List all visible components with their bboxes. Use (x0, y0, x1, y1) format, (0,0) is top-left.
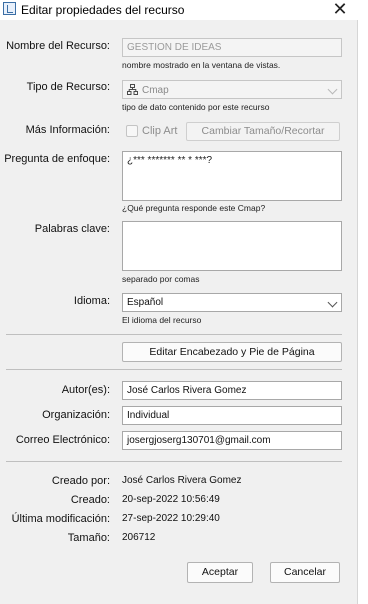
created-label: Creado: (70, 494, 110, 506)
size-value: 206712 (122, 532, 156, 543)
email-label: Correo Electrónico: (15, 434, 110, 446)
edit-header-footer-button[interactable]: Editar Encabezado y Pie de Página (122, 342, 342, 362)
chevron-down-icon (327, 84, 338, 95)
focus-question-label: Pregunta de enfoque: (4, 153, 110, 165)
created-by-value: José Carlos Rivera Gomez (122, 475, 242, 486)
resource-name-field[interactable]: GESTION DE IDEAS (122, 38, 342, 57)
title-bar[interactable]: Editar propiedades del recurso ✕ (0, 0, 358, 20)
size-label: Tamaño: (67, 532, 110, 544)
modified-label: Última modificación: (11, 513, 110, 525)
divider (6, 334, 342, 335)
clip-art-checkbox[interactable] (126, 125, 138, 137)
cmap-icon (127, 84, 138, 95)
edit-resource-properties-dialog: Editar propiedades del recurso ✕ Nombre … (0, 0, 358, 604)
resource-type-select[interactable]: Cmap (122, 80, 342, 99)
language-hint: El idioma del recurso (122, 315, 202, 325)
resource-type-label: Tipo de Recurso: (26, 81, 110, 93)
focus-question-field[interactable]: ¿*** ******* ** * ***? (122, 151, 342, 201)
organization-field[interactable]: Individual (122, 406, 342, 425)
language-value: Español (127, 297, 164, 308)
created-by-label: Creado por: (51, 475, 110, 487)
resource-type-hint: tipo de dato contenido por este recurso (122, 102, 270, 112)
modified-value: 27-sep-2022 10:29:40 (122, 513, 220, 524)
window-title: Editar propiedades del recurso (21, 3, 185, 17)
organization-label: Organización: (42, 409, 110, 421)
created-value: 20-sep-2022 10:56:49 (122, 494, 220, 505)
accept-button[interactable]: Aceptar (187, 562, 253, 583)
keywords-hint: separado por comas (122, 274, 200, 284)
divider (6, 461, 342, 462)
language-select[interactable]: Español (122, 293, 342, 312)
cancel-button[interactable]: Cancelar (270, 562, 340, 583)
close-button[interactable]: ✕ (328, 0, 352, 20)
email-field[interactable]: josergjoserg130701@gmail.com (122, 431, 342, 450)
keywords-label: Palabras clave: (34, 223, 110, 235)
clip-art-label: Clip Art (142, 125, 178, 137)
author-field[interactable]: José Carlos Rivera Gomez (122, 381, 342, 400)
focus-question-hint: ¿Qué pregunta responde este Cmap? (122, 203, 266, 213)
language-label: Idioma: (73, 295, 110, 307)
resource-name-label: Nombre del Recurso: (6, 40, 110, 52)
resource-name-hint: nombre mostrado en la ventana de vistas. (122, 60, 281, 70)
app-icon (3, 2, 16, 15)
author-label: Autor(es): (61, 384, 110, 396)
more-info-label: Más Información: (25, 124, 110, 136)
resize-crop-button[interactable]: Cambiar Tamaño/Recortar (186, 122, 340, 141)
chevron-down-icon (327, 297, 338, 308)
divider (6, 369, 342, 370)
keywords-field[interactable] (122, 221, 342, 271)
resource-type-value: Cmap (142, 85, 169, 96)
